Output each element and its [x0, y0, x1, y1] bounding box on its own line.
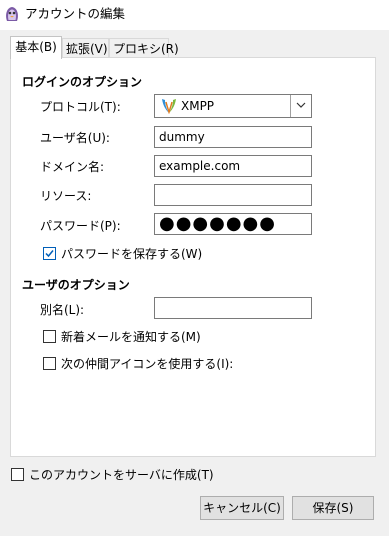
- resource-label: リソース:: [40, 189, 92, 203]
- create-on-server-label[interactable]: このアカウントをサーバに作成(T): [29, 467, 214, 483]
- buddy-icon-label[interactable]: 次の仲間アイコンを使用する(I):: [61, 356, 233, 372]
- buddy-icon-checkbox[interactable]: [43, 357, 56, 370]
- tab-advanced[interactable]: 拡張(V): [62, 38, 109, 59]
- save-button[interactable]: 保存(S): [292, 496, 374, 520]
- username-label: ユーザ名(U):: [40, 131, 110, 145]
- chevron-down-icon[interactable]: [290, 95, 311, 117]
- xmpp-icon: [161, 98, 177, 115]
- domain-field[interactable]: example.com: [154, 155, 312, 177]
- password-field[interactable]: ●●●●●●●: [154, 213, 312, 235]
- create-on-server-checkbox[interactable]: [11, 468, 24, 481]
- alias-field[interactable]: [154, 297, 312, 319]
- protocol-select[interactable]: XMPP: [154, 94, 312, 118]
- protocol-label: プロトコル(T):: [40, 100, 121, 114]
- tab-basic-label: 基本(B): [15, 40, 57, 54]
- tab-proxy[interactable]: プロキシ(R): [109, 38, 179, 59]
- save-password-label[interactable]: パスワードを保存する(W): [61, 246, 202, 262]
- tab-proxy-label: プロキシ(R): [113, 42, 179, 56]
- alias-label: 別名(L):: [40, 303, 85, 317]
- login-options-heading: ログインのオプション: [22, 75, 143, 89]
- cancel-button[interactable]: キャンセル(C): [200, 496, 284, 520]
- password-label: パスワード(P):: [40, 219, 121, 233]
- save-password-checkbox[interactable]: [43, 247, 56, 260]
- notify-new-mail-checkbox[interactable]: [43, 330, 56, 343]
- resource-field[interactable]: [154, 184, 312, 206]
- domain-label: ドメイン名:: [40, 160, 105, 174]
- notify-new-mail-label[interactable]: 新着メールを通知する(M): [61, 329, 201, 345]
- checkmark-icon: [45, 250, 54, 258]
- protocol-value: XMPP: [181, 99, 215, 113]
- user-options-heading: ユーザのオプション: [22, 278, 130, 292]
- tab-advanced-label: 拡張(V): [66, 42, 108, 56]
- window-title: アカウントの編集: [25, 6, 126, 21]
- tab-basic[interactable]: 基本(B): [10, 36, 62, 59]
- pidgin-app-icon: [4, 5, 20, 23]
- username-field[interactable]: dummy: [154, 126, 312, 148]
